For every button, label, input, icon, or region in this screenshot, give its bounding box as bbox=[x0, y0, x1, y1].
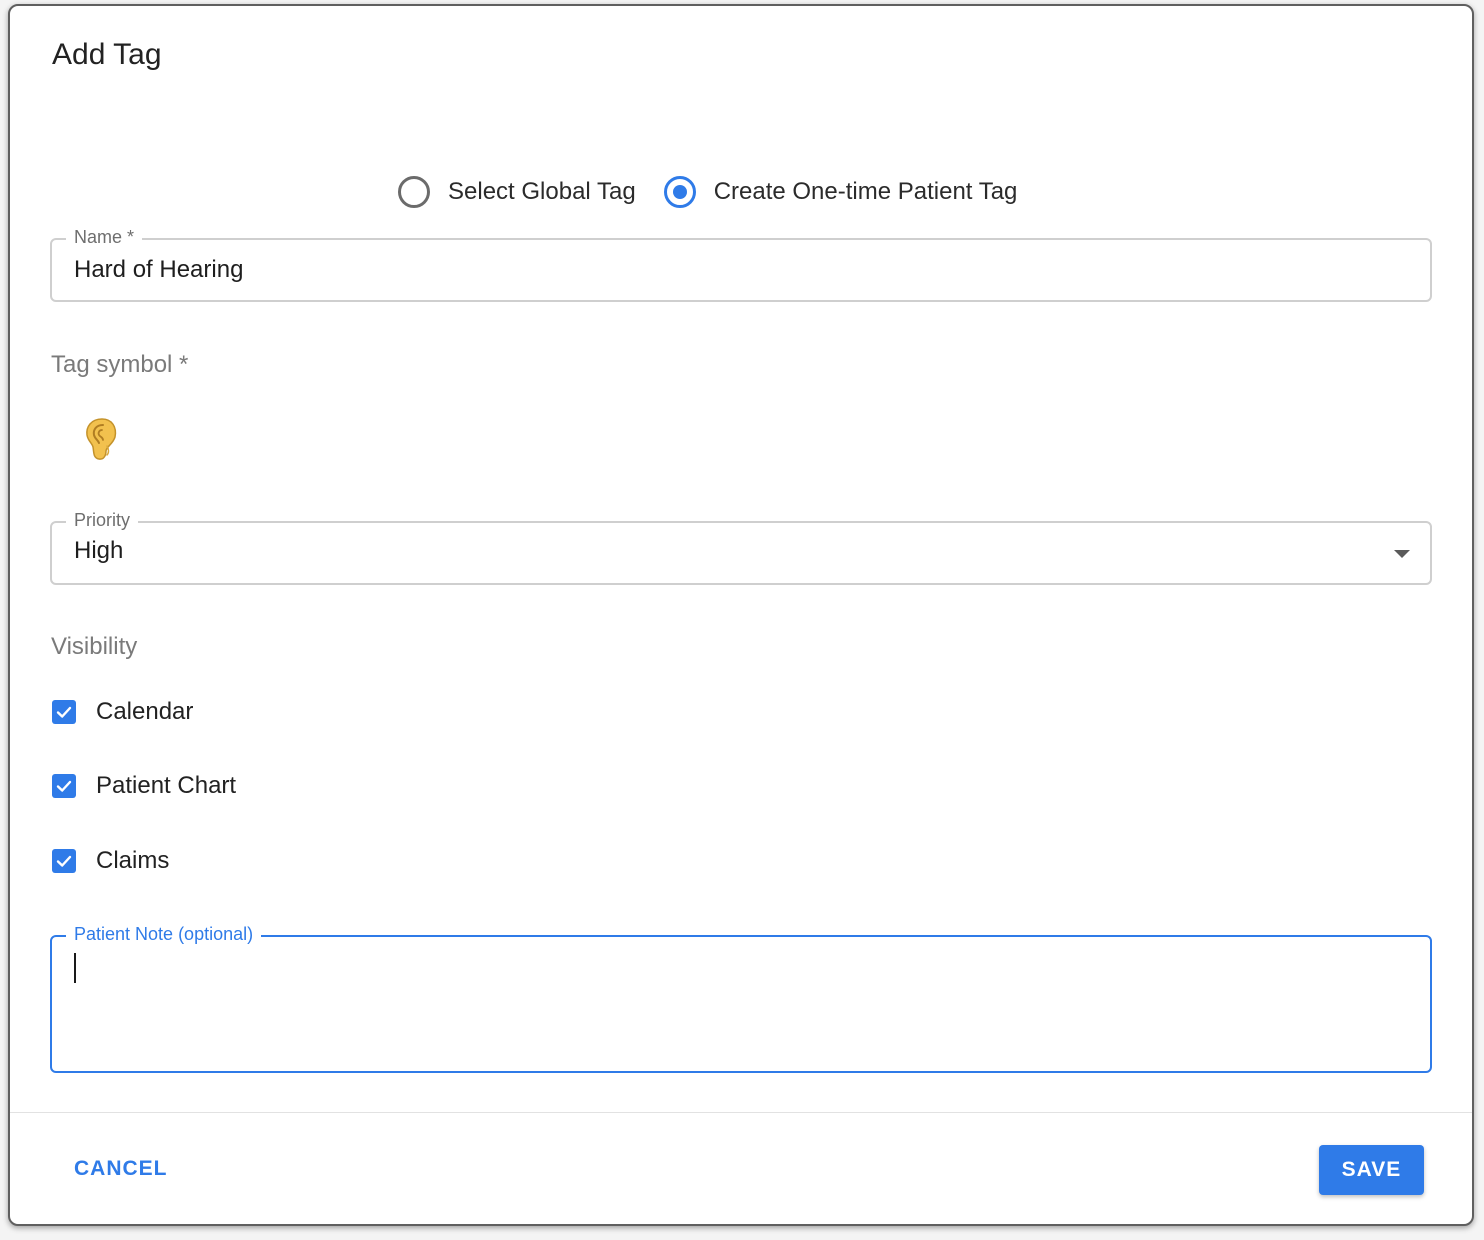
checkbox-checked-icon[interactable] bbox=[52, 700, 76, 724]
text-cursor bbox=[74, 953, 76, 983]
checkbox-calendar[interactable]: Calendar bbox=[52, 698, 193, 726]
patient-note-label: Patient Note (optional) bbox=[66, 921, 262, 947]
radio-label: Select Global Tag bbox=[448, 178, 636, 205]
priority-field-label: Priority bbox=[66, 507, 139, 533]
priority-selected-value: High bbox=[74, 537, 124, 564]
visibility-label: Visibility bbox=[51, 633, 138, 660]
cancel-button[interactable]: CANCEL bbox=[60, 1149, 182, 1189]
checkbox-label: Patient Chart bbox=[96, 772, 237, 799]
radio-button-unchecked[interactable] bbox=[398, 176, 430, 208]
radio-select-global-tag[interactable]: Select Global Tag bbox=[398, 176, 636, 208]
dropdown-arrow-icon[interactable] bbox=[1394, 550, 1410, 558]
name-field-label: Name * bbox=[66, 224, 143, 250]
checkbox-checked-icon[interactable] bbox=[52, 849, 76, 873]
checkbox-label: Claims bbox=[96, 847, 170, 874]
ear-icon[interactable] bbox=[82, 416, 122, 462]
radio-create-one-time-tag[interactable]: Create One-time Patient Tag bbox=[663, 176, 1018, 208]
tag-symbol-label: Tag symbol * bbox=[51, 351, 189, 378]
radio-button-checked[interactable] bbox=[663, 176, 696, 208]
dialog-title: Add Tag bbox=[52, 38, 162, 71]
radio-label: Create One-time Patient Tag bbox=[713, 178, 1018, 205]
name-field[interactable]: Name * Hard of Hearing bbox=[50, 224, 1432, 302]
priority-select[interactable]: Priority High bbox=[50, 507, 1432, 585]
checkbox-checked-icon[interactable] bbox=[52, 774, 76, 798]
checkbox-claims[interactable]: Claims bbox=[52, 847, 169, 875]
checkbox-patient-chart[interactable]: Patient Chart bbox=[52, 772, 236, 800]
name-field-value[interactable]: Hard of Hearing bbox=[74, 256, 243, 284]
save-button[interactable]: SAVE bbox=[1319, 1145, 1424, 1195]
add-tag-dialog: Add Tag Select Global Tag Create One-tim… bbox=[8, 4, 1474, 1226]
checkbox-label: Calendar bbox=[96, 698, 194, 725]
tag-type-radio-group: Select Global Tag Create One-time Patien… bbox=[398, 172, 1017, 212]
patient-note-textarea[interactable]: Patient Note (optional) bbox=[50, 921, 1432, 1073]
footer-divider bbox=[10, 1112, 1472, 1113]
